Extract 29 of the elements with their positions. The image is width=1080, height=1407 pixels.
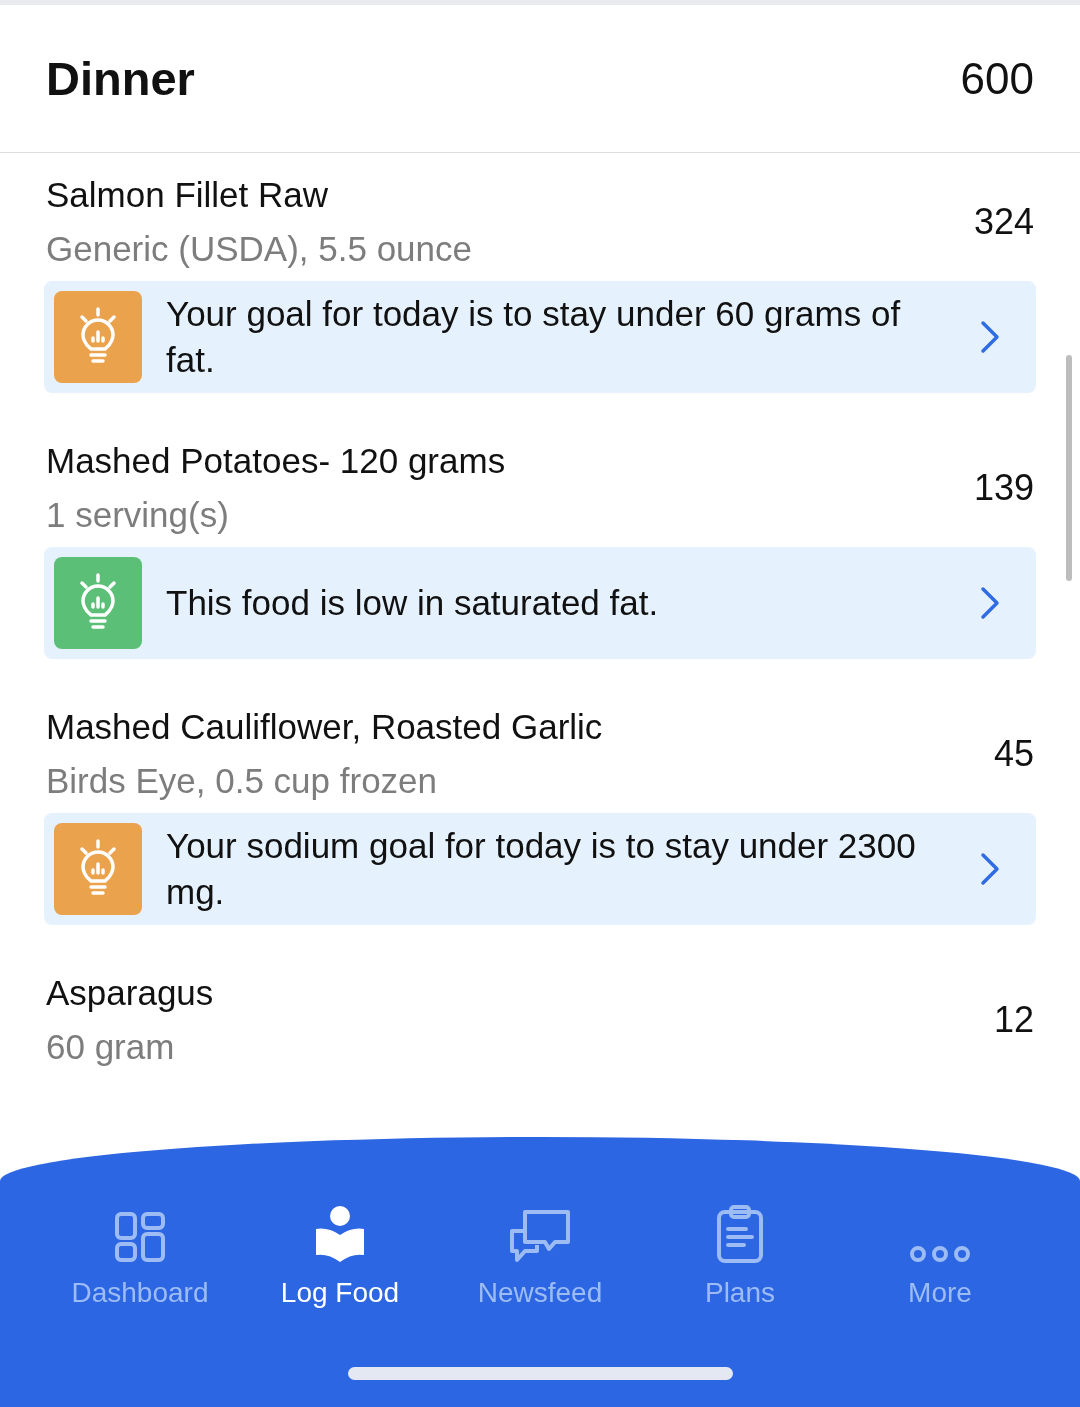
- chevron-icon: [980, 586, 1000, 620]
- reader-icon: [314, 1205, 366, 1263]
- meal-calories: 600: [960, 53, 1034, 104]
- grid-icon: [114, 1211, 166, 1263]
- food-name[interactable]: Mashed Cauliflower, Roasted Garlic: [46, 707, 603, 747]
- food-name[interactable]: Asparagus: [46, 973, 214, 1013]
- tip-text: Your sodium goal for today is to stay under 2300 mg.: [166, 825, 917, 913]
- food-name[interactable]: Mashed Potatoes- 120 grams: [46, 441, 506, 481]
- tip-card[interactable]: Your goal for today is to stay under 60 grams of fat.: [44, 281, 1036, 393]
- food-calories: 12: [993, 999, 1034, 1041]
- food-serving: Generic (USDA), 5.5 ounce: [46, 229, 472, 269]
- tip-card[interactable]: This food is low in saturated fat.: [44, 547, 1036, 659]
- food-calories: 139: [973, 467, 1034, 509]
- chevron-icon: [980, 320, 1000, 354]
- clipboard-icon: [716, 1205, 764, 1263]
- chat-icon: [509, 1209, 571, 1263]
- food-calories: 324: [973, 201, 1034, 243]
- food-serving: Birds Eye, 0.5 cup frozen: [46, 761, 439, 801]
- tip-text: Your goal for today is to stay under 60 grams of fat.: [166, 293, 902, 381]
- tip-card[interactable]: Your sodium goal for today is to stay under 2300 mg.: [44, 813, 1036, 925]
- chevron-icon: [980, 852, 1000, 886]
- food-serving: 60 gram: [46, 1027, 176, 1067]
- food-serving: 1 serving(s): [46, 495, 230, 535]
- food-name[interactable]: Salmon Fillet Raw: [46, 175, 472, 215]
- more-icon: [909, 1245, 971, 1263]
- meal-title: Dinner: [46, 51, 195, 106]
- food-calories: 45: [993, 733, 1034, 775]
- tip-text: This food is low in saturated fat.: [166, 582, 660, 624]
- tab[interactable]: Log Food: [240, 1199, 440, 1309]
